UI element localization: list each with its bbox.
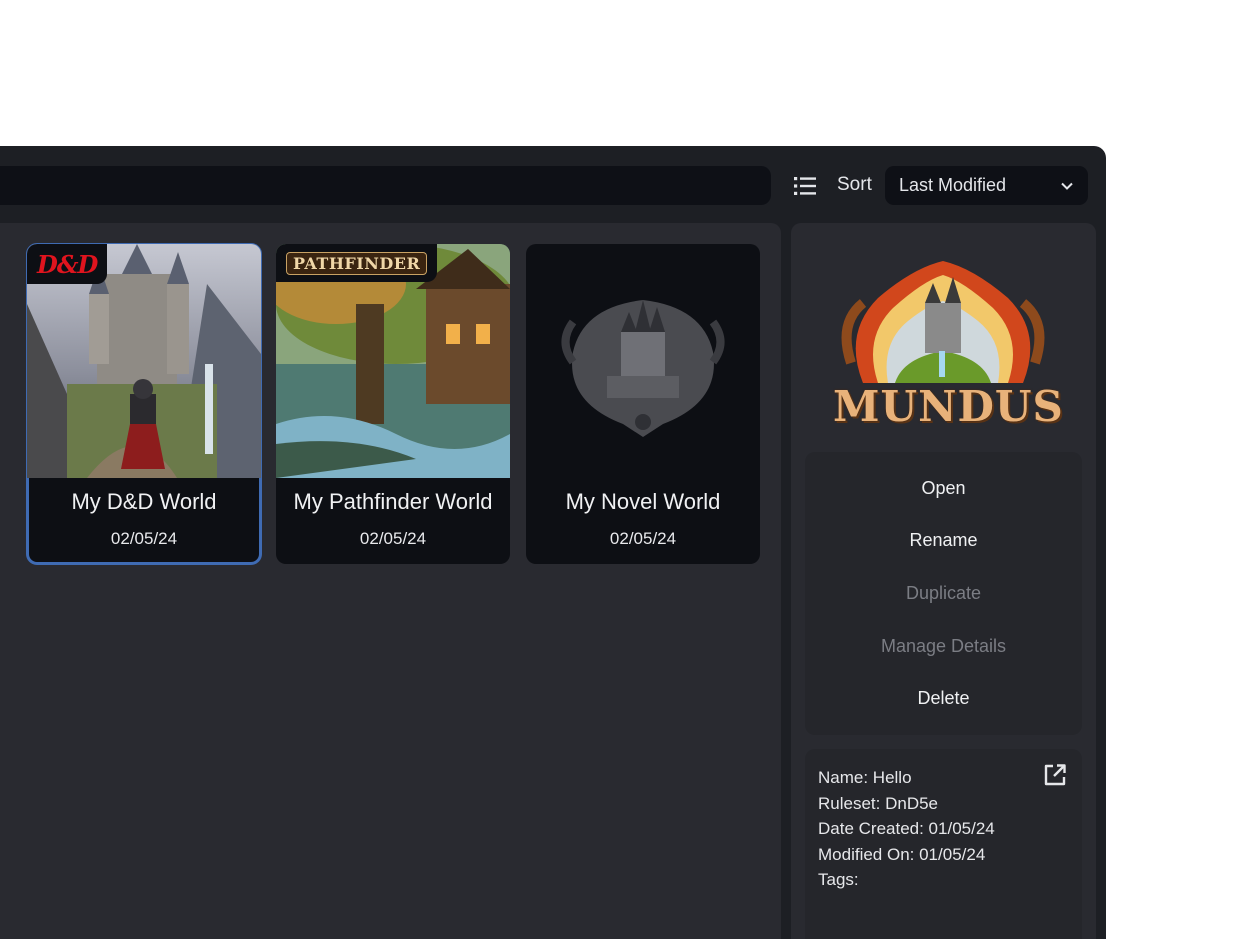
list-view-button[interactable] — [789, 170, 821, 202]
world-card-dnd[interactable]: D&D My D&D World 02/05/24 — [26, 243, 262, 565]
duplicate-button[interactable]: Duplicate — [805, 567, 1082, 620]
world-date: 02/05/24 — [110, 529, 178, 548]
detail-modified-on: Modified On: 01/05/24 — [818, 844, 986, 864]
worlds-grid: D&D My D&D World 02/05/24 PATHFINDER My … — [0, 223, 781, 939]
world-details-panel: MUNDUS Open Rename Duplicate Manage Deta… — [791, 223, 1096, 939]
detail-ruleset: Ruleset: DnD5e — [818, 793, 939, 813]
rename-button[interactable]: Rename — [805, 515, 1082, 568]
world-card-pathfinder[interactable]: PATHFINDER My Pathfinder World 02/05/24 — [276, 244, 510, 564]
ruleset-badge: D&D — [27, 244, 108, 284]
world-card-novel[interactable]: My Novel World 02/05/24 — [526, 244, 760, 564]
delete-button[interactable]: Delete — [805, 672, 1082, 725]
pathfinder-logo: PATHFINDER — [286, 251, 428, 275]
world-actions-menu: Open Rename Duplicate Manage Details Del… — [805, 452, 1082, 735]
world-title: My Pathfinder World — [293, 489, 493, 514]
chevron-down-icon — [1061, 182, 1073, 190]
mundus-logo: MUNDUS — [833, 243, 1064, 433]
detail-tags: Tags: — [818, 870, 859, 890]
sort-selected-value: Last Modified — [899, 175, 1007, 195]
world-date: 02/05/24 — [359, 529, 427, 548]
list-icon — [794, 177, 816, 195]
detail-date-created: Date Created: 01/05/24 — [818, 819, 995, 839]
world-title: My D&D World — [71, 489, 217, 514]
external-link-icon — [1044, 764, 1066, 786]
world-title: My Novel World — [565, 489, 721, 514]
ruleset-badge: PATHFINDER — [276, 244, 438, 282]
open-external-button[interactable] — [1042, 763, 1068, 789]
manage-details-button[interactable]: Manage Details — [805, 620, 1082, 673]
search-input[interactable] — [0, 166, 771, 205]
sort-dropdown[interactable]: Last Modified — [885, 166, 1088, 205]
sort-label: Sort — [837, 174, 872, 195]
world-cover-image — [526, 244, 760, 478]
world-info-box: Name: Hello Ruleset: DnD5e Date Created:… — [805, 749, 1082, 939]
open-button[interactable]: Open — [805, 462, 1082, 515]
world-date: 02/05/24 — [609, 529, 677, 548]
app-window: Sort Last Modified D&D My D&D World 02/0… — [0, 146, 1106, 939]
detail-name: Name: Hello — [818, 768, 912, 787]
logo-text: MUNDUS — [833, 382, 1064, 431]
dnd-logo: D&D — [37, 249, 98, 279]
